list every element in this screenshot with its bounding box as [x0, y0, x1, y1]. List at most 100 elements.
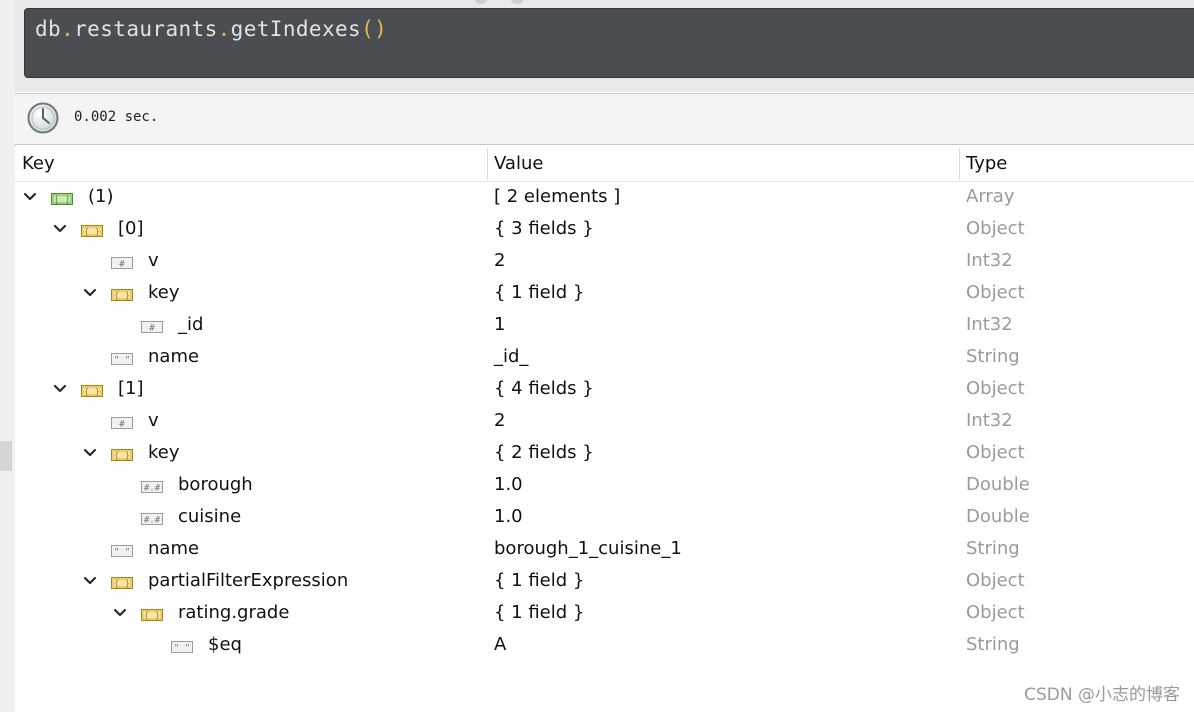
- row-value: 1: [494, 314, 506, 335]
- row-value: [ 2 elements ]: [494, 186, 621, 207]
- row-key: partialFilterExpression: [148, 570, 349, 591]
- row-type: Array: [966, 186, 1015, 207]
- string-icon: " ": [111, 542, 133, 558]
- object-icon: { }: [111, 446, 133, 462]
- svg-text:" ": " ": [114, 356, 130, 366]
- tree-row[interactable]: # v 2 Int32: [15, 245, 1194, 277]
- expand-chevron-down-icon[interactable]: [52, 381, 68, 397]
- tree-row[interactable]: " " $eq A String: [15, 629, 1194, 661]
- query-token: db: [35, 17, 62, 41]
- svg-text:[ ]: [ ]: [54, 196, 70, 206]
- row-type: Object: [966, 602, 1025, 623]
- svg-text:{ }: { }: [144, 612, 160, 622]
- tree-row[interactable]: #.# cuisine 1.0 Double: [15, 501, 1194, 533]
- tree-row[interactable]: [ ] (1) [ 2 elements ] Array: [15, 181, 1194, 213]
- expand-chevron-down-icon[interactable]: [52, 221, 68, 237]
- left-panel-strip: [0, 0, 16, 712]
- row-key: key: [148, 282, 180, 303]
- row-key: borough: [178, 474, 253, 495]
- row-key: rating.grade: [178, 602, 290, 623]
- row-type: String: [966, 634, 1020, 655]
- svg-text:#: #: [119, 260, 125, 270]
- status-bar: 0.002 sec.: [15, 93, 1194, 145]
- tree-row[interactable]: # _id 1 Int32: [15, 309, 1194, 341]
- svg-text:" ": " ": [174, 644, 190, 654]
- array-icon: [ ]: [51, 190, 73, 206]
- row-value: 1.0: [494, 506, 523, 527]
- row-type: String: [966, 538, 1020, 559]
- object-icon: { }: [111, 286, 133, 302]
- svg-text:{ }: { }: [114, 452, 130, 462]
- query-editor[interactable]: db.restaurants.getIndexes(): [24, 8, 1194, 78]
- column-header-type[interactable]: Type: [959, 146, 1194, 181]
- expand-chevron-down-icon[interactable]: [22, 189, 38, 205]
- query-token: restaurants: [74, 17, 218, 41]
- double-icon: #.#: [141, 510, 163, 526]
- tree-row[interactable]: #.# borough 1.0 Double: [15, 469, 1194, 501]
- svg-text:#: #: [149, 324, 155, 334]
- svg-text:{ }: { }: [84, 228, 100, 238]
- row-value: { 1 field }: [494, 570, 585, 591]
- row-key: v: [148, 250, 159, 271]
- tree-row[interactable]: { } partialFilterExpression { 1 field } Obj…: [15, 565, 1194, 597]
- query-token: .: [61, 17, 75, 41]
- object-icon: { }: [81, 222, 103, 238]
- string-icon: " ": [171, 638, 193, 654]
- row-value: { 3 fields }: [494, 218, 594, 239]
- query-text[interactable]: db.restaurants.getIndexes(): [35, 17, 387, 41]
- execution-time: 0.002 sec.: [74, 109, 159, 125]
- expand-chevron-down-icon[interactable]: [82, 285, 98, 301]
- row-type: Object: [966, 570, 1025, 591]
- row-type: Object: [966, 218, 1025, 239]
- clock-icon: [27, 102, 59, 134]
- row-type: String: [966, 346, 1020, 367]
- row-type: Int32: [966, 314, 1013, 335]
- row-value: { 1 field }: [494, 282, 585, 303]
- row-value: { 2 fields }: [494, 442, 594, 463]
- column-header-key[interactable]: Key: [15, 146, 487, 181]
- object-icon: { }: [111, 574, 133, 590]
- tree-row[interactable]: # v 2 Int32: [15, 405, 1194, 437]
- row-type: Int32: [966, 410, 1013, 431]
- tab-dots: [475, 0, 535, 4]
- splitter-handle[interactable]: [0, 441, 12, 471]
- row-type: Double: [966, 474, 1030, 495]
- double-icon: #.#: [141, 478, 163, 494]
- row-type: Object: [966, 442, 1025, 463]
- row-key: key: [148, 442, 180, 463]
- row-value: borough_1_cuisine_1: [494, 538, 682, 559]
- query-token: getIndexes: [230, 17, 362, 41]
- string-icon: " ": [111, 350, 133, 366]
- tree-row[interactable]: { } key { 1 field } Object: [15, 277, 1194, 309]
- row-type: Int32: [966, 250, 1013, 271]
- row-type: Double: [966, 506, 1030, 527]
- svg-text:" ": " ": [114, 548, 130, 558]
- row-type: Object: [966, 282, 1025, 303]
- row-value: 1.0: [494, 474, 523, 495]
- row-key: _id: [178, 314, 204, 335]
- tree-row[interactable]: { } [1] { 4 fields } Object: [15, 373, 1194, 405]
- object-icon: { }: [81, 382, 103, 398]
- expand-chevron-down-icon[interactable]: [112, 605, 128, 621]
- tree-row[interactable]: " " name _id_ String: [15, 341, 1194, 373]
- watermark: CSDN @小志的博客: [1024, 685, 1180, 705]
- int32-icon: #: [111, 254, 133, 270]
- int32-icon: #: [111, 414, 133, 430]
- tree-row[interactable]: { } key { 2 fields } Object: [15, 437, 1194, 469]
- expand-chevron-down-icon[interactable]: [82, 573, 98, 589]
- result-tree-view[interactable]: Key Value Type [ ] (1) [ 2 elements ] Array…: [15, 146, 1194, 712]
- row-key: v: [148, 410, 159, 431]
- tree-row[interactable]: { } rating.grade { 1 field } Object: [15, 597, 1194, 629]
- row-key: $eq: [208, 634, 242, 655]
- svg-text:{ }: { }: [84, 388, 100, 398]
- column-header-value[interactable]: Value: [487, 146, 959, 181]
- row-key: [0]: [118, 218, 144, 239]
- expand-chevron-down-icon[interactable]: [82, 445, 98, 461]
- row-value: 2: [494, 410, 506, 431]
- query-token: (): [361, 17, 388, 41]
- row-value: _id_: [494, 346, 529, 367]
- svg-text:{ }: { }: [114, 292, 130, 302]
- int32-icon: #: [141, 318, 163, 334]
- tree-row[interactable]: { } [0] { 3 fields } Object: [15, 213, 1194, 245]
- tree-row[interactable]: " " name borough_1_cuisine_1 String: [15, 533, 1194, 565]
